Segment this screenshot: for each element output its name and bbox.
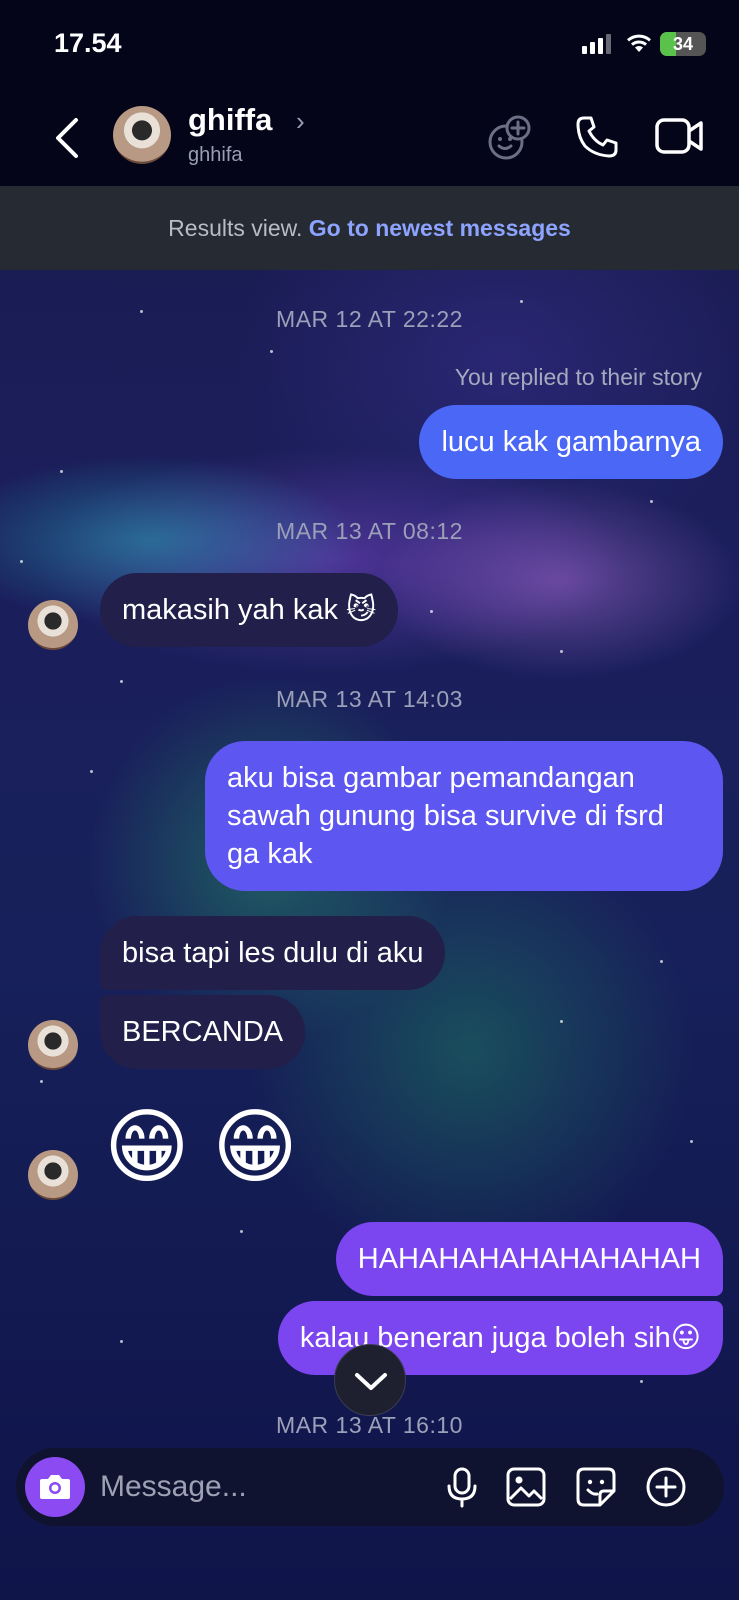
status-bar: 17.54 34 bbox=[0, 0, 739, 90]
contact-avatar[interactable] bbox=[113, 106, 171, 164]
video-call-icon[interactable] bbox=[654, 114, 706, 158]
timestamp: MAR 13 AT 16:10 bbox=[276, 1412, 463, 1438]
status-time: 17.54 bbox=[54, 28, 122, 58]
contact-name[interactable]: ghiffa bbox=[188, 102, 272, 138]
story-reply-note: You replied to their story bbox=[454, 364, 702, 390]
contact-username[interactable]: ghhifa bbox=[188, 144, 243, 167]
wifi-icon bbox=[627, 34, 651, 52]
incoming-message[interactable]: makasih yah kak 😼 bbox=[100, 573, 399, 647]
battery-percent: 34 bbox=[672, 34, 694, 54]
add-icon[interactable] bbox=[644, 1465, 688, 1509]
scroll-to-bottom-button[interactable] bbox=[334, 1344, 406, 1416]
back-arrow-icon[interactable] bbox=[50, 116, 86, 160]
microphone-icon[interactable] bbox=[440, 1465, 484, 1509]
gallery-icon[interactable] bbox=[504, 1465, 548, 1509]
outgoing-message[interactable]: aku bisa gambar pemandangan sawah gunung… bbox=[205, 741, 723, 891]
sticker-icon[interactable] bbox=[574, 1465, 618, 1509]
contact-avatar-small[interactable] bbox=[28, 1150, 78, 1200]
message-composer bbox=[16, 1448, 724, 1526]
results-view-label: Results view. bbox=[168, 215, 303, 241]
outgoing-message[interactable]: HAHAHAHAHAHAHAHAH bbox=[335, 1222, 723, 1296]
incoming-message[interactable]: bisa tapi les dulu di aku bbox=[100, 916, 446, 990]
go-to-newest-link[interactable]: Go to newest messages bbox=[309, 215, 571, 241]
results-view-banner: Results view. Go to newest messages bbox=[0, 186, 739, 270]
outgoing-message[interactable]: lucu kak gambarnya bbox=[419, 405, 723, 479]
camera-icon bbox=[40, 1475, 70, 1499]
contact-avatar-small[interactable] bbox=[28, 1020, 78, 1070]
phone-icon[interactable] bbox=[574, 114, 620, 160]
timestamp: MAR 12 AT 22:22 bbox=[276, 306, 463, 332]
message-input[interactable] bbox=[100, 1465, 420, 1509]
battery-icon: 34 bbox=[660, 32, 706, 56]
cellular-signal-icon bbox=[582, 34, 611, 54]
chevron-down-icon bbox=[355, 1373, 387, 1390]
contact-avatar-small[interactable] bbox=[28, 600, 78, 650]
chevron-right-icon[interactable]: › bbox=[296, 106, 305, 137]
camera-button[interactable] bbox=[25, 1457, 85, 1517]
timestamp: MAR 13 AT 08:12 bbox=[276, 518, 463, 544]
chat-header: ghiffa › ghhifa bbox=[0, 90, 739, 186]
effects-icon[interactable] bbox=[486, 114, 534, 162]
emoji-message[interactable]: 😁 😁 bbox=[104, 1100, 298, 1196]
incoming-message[interactable]: BERCANDA bbox=[100, 995, 306, 1069]
timestamp: MAR 13 AT 14:03 bbox=[276, 686, 463, 712]
